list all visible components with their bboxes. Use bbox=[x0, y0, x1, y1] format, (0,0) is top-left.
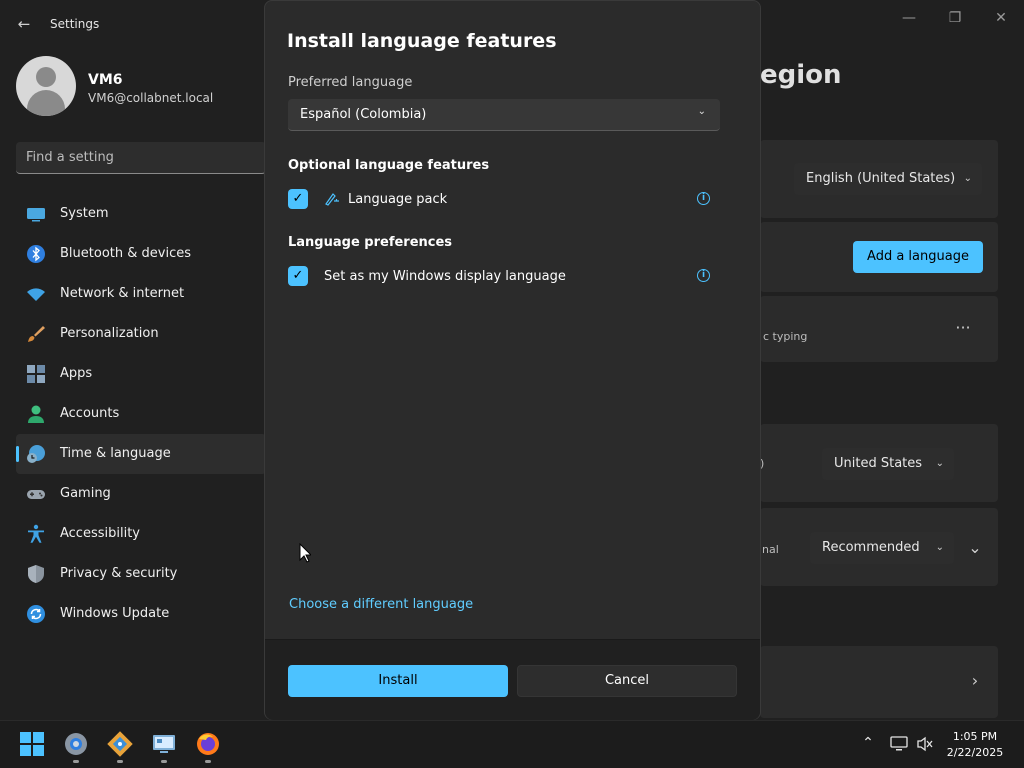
page-title: egion bbox=[760, 60, 842, 90]
sidebar-item-label: Personalization bbox=[60, 326, 159, 341]
sidebar-item-label: Accessibility bbox=[60, 526, 140, 541]
taskbar-clock[interactable]: 1:05 PM 2/22/2025 bbox=[940, 729, 1010, 761]
time-language-icon bbox=[27, 445, 45, 463]
sidebar-item-label: Windows Update bbox=[60, 606, 170, 621]
mouse-cursor-icon bbox=[299, 543, 311, 563]
country-region-value: United States bbox=[834, 456, 923, 471]
typing-text: c typing bbox=[763, 330, 808, 343]
system-icon bbox=[27, 208, 45, 222]
back-arrow-icon[interactable]: ← bbox=[14, 14, 34, 34]
choose-different-language-link[interactable]: Choose a different language bbox=[289, 597, 473, 612]
chevron-down-icon: ⌄ bbox=[697, 106, 706, 117]
sidebar-nav: System Bluetooth & devices Network & int… bbox=[16, 194, 266, 634]
display-language-value: English (United States) bbox=[806, 171, 956, 186]
clock-time: 1:05 PM bbox=[952, 730, 998, 743]
update-icon bbox=[27, 605, 45, 623]
add-language-button[interactable]: Add a language bbox=[853, 241, 983, 273]
taskbar: ⌃ 1:05 PM 2/22/2025 bbox=[0, 720, 1024, 768]
close-icon[interactable]: ✕ bbox=[986, 8, 1016, 28]
regional-format-select[interactable]: Recommended ⌄ bbox=[810, 532, 954, 564]
sidebar-item-label: Privacy & security bbox=[60, 566, 178, 581]
sidebar-item-label: Bluetooth & devices bbox=[60, 246, 191, 261]
preferred-language-select[interactable]: Español (Colombia) ⌄ bbox=[288, 99, 720, 131]
clock-date: 2/22/2025 bbox=[946, 746, 1004, 759]
language-pack-icon bbox=[325, 193, 339, 206]
network-icon bbox=[27, 288, 45, 301]
sidebar-item-bluetooth[interactable]: Bluetooth & devices bbox=[16, 234, 266, 274]
accessibility-icon bbox=[28, 524, 44, 543]
sidebar-item-label: Gaming bbox=[60, 486, 111, 501]
apps-icon bbox=[27, 365, 45, 383]
chevron-down-icon: ⌄ bbox=[963, 173, 972, 184]
running-indicator bbox=[205, 760, 211, 763]
sidebar-item-label: Apps bbox=[60, 366, 93, 381]
start-icon[interactable] bbox=[19, 731, 45, 757]
chevron-down-icon: ⌄ bbox=[935, 542, 944, 553]
sidebar-item-time-language[interactable]: Time & language bbox=[16, 434, 266, 474]
accounts-icon bbox=[28, 405, 44, 423]
running-indicator bbox=[161, 760, 167, 763]
preferred-language-value: Español (Colombia) bbox=[300, 107, 427, 122]
sidebar-item-gaming[interactable]: Gaming bbox=[16, 474, 266, 514]
country-region-select[interactable]: United States ⌄ bbox=[822, 448, 954, 480]
app-title: Settings bbox=[50, 17, 100, 31]
network-tray-icon[interactable] bbox=[890, 735, 908, 753]
running-indicator bbox=[73, 760, 79, 763]
display-language-label: Set as my Windows display language bbox=[324, 269, 566, 284]
expand-chevron-icon[interactable]: ⌄ bbox=[962, 538, 988, 558]
dialog-footer: Install Cancel bbox=[265, 639, 760, 720]
sidebar-item-label: System bbox=[60, 206, 109, 221]
sidebar-item-label: Network & internet bbox=[60, 286, 185, 301]
volume-muted-icon[interactable] bbox=[916, 735, 934, 753]
preferences-title: Language preferences bbox=[288, 235, 453, 250]
sidebar-item-label: Time & language bbox=[60, 446, 171, 461]
display-language-checkbox[interactable]: ✓ bbox=[288, 266, 308, 286]
sidebar-item-personalization[interactable]: Personalization bbox=[16, 314, 266, 354]
search-input[interactable]: Find a setting bbox=[16, 142, 266, 174]
search-placeholder: Find a setting bbox=[26, 150, 114, 165]
chevron-right-icon[interactable]: › bbox=[962, 671, 988, 691]
firefox-icon[interactable] bbox=[195, 731, 221, 757]
user-email: VM6@collabnet.local bbox=[88, 91, 214, 105]
display-language-row: ✓ Set as my Windows display language i bbox=[288, 264, 720, 288]
sidebar-item-label: Accounts bbox=[60, 406, 120, 421]
optional-features-title: Optional language features bbox=[288, 158, 490, 173]
user-name: VM6 bbox=[88, 72, 123, 88]
bluetooth-icon bbox=[27, 245, 45, 263]
minimize-icon[interactable]: — bbox=[894, 8, 924, 28]
running-indicator bbox=[117, 760, 123, 763]
regional-text: nal bbox=[762, 543, 779, 556]
language-pack-label: Language pack bbox=[348, 192, 448, 207]
sidebar-item-apps[interactable]: Apps bbox=[16, 354, 266, 394]
info-icon[interactable]: i bbox=[697, 269, 710, 282]
sidebar-item-accessibility[interactable]: Accessibility bbox=[16, 514, 266, 554]
sidebar-item-network[interactable]: Network & internet bbox=[16, 274, 266, 314]
preferred-language-label: Preferred language bbox=[288, 75, 413, 90]
language-pack-row: ✓ Language pack i bbox=[288, 187, 720, 211]
settings-app-icon[interactable] bbox=[63, 731, 89, 757]
shield-icon bbox=[28, 565, 44, 583]
git-app-icon[interactable] bbox=[107, 731, 133, 757]
cancel-button[interactable]: Cancel bbox=[517, 665, 737, 697]
sidebar-item-privacy[interactable]: Privacy & security bbox=[16, 554, 266, 594]
user-profile[interactable]: VM6 VM6@collabnet.local bbox=[16, 56, 256, 118]
chevron-up-icon[interactable]: ⌃ bbox=[858, 735, 878, 751]
more-options-icon[interactable]: ··· bbox=[950, 318, 976, 338]
brush-icon bbox=[28, 326, 45, 342]
avatar bbox=[16, 56, 76, 116]
regional-format-value: Recommended bbox=[822, 540, 920, 555]
sidebar-item-system[interactable]: System bbox=[16, 194, 266, 234]
chevron-down-icon: ⌄ bbox=[935, 458, 944, 469]
sidebar-item-windows-update[interactable]: Windows Update bbox=[16, 594, 266, 634]
install-language-dialog: Install language features Preferred lang… bbox=[264, 0, 761, 720]
sidebar-item-accounts[interactable]: Accounts bbox=[16, 394, 266, 434]
gaming-icon bbox=[27, 490, 45, 499]
install-button[interactable]: Install bbox=[288, 665, 508, 697]
language-pack-checkbox[interactable]: ✓ bbox=[288, 189, 308, 209]
dialog-title: Install language features bbox=[287, 30, 557, 52]
remote-desktop-icon[interactable] bbox=[151, 731, 177, 757]
maximize-icon[interactable]: ❐ bbox=[940, 8, 970, 28]
info-icon[interactable]: i bbox=[697, 192, 710, 205]
display-language-select[interactable]: English (United States) ⌄ bbox=[794, 163, 982, 195]
